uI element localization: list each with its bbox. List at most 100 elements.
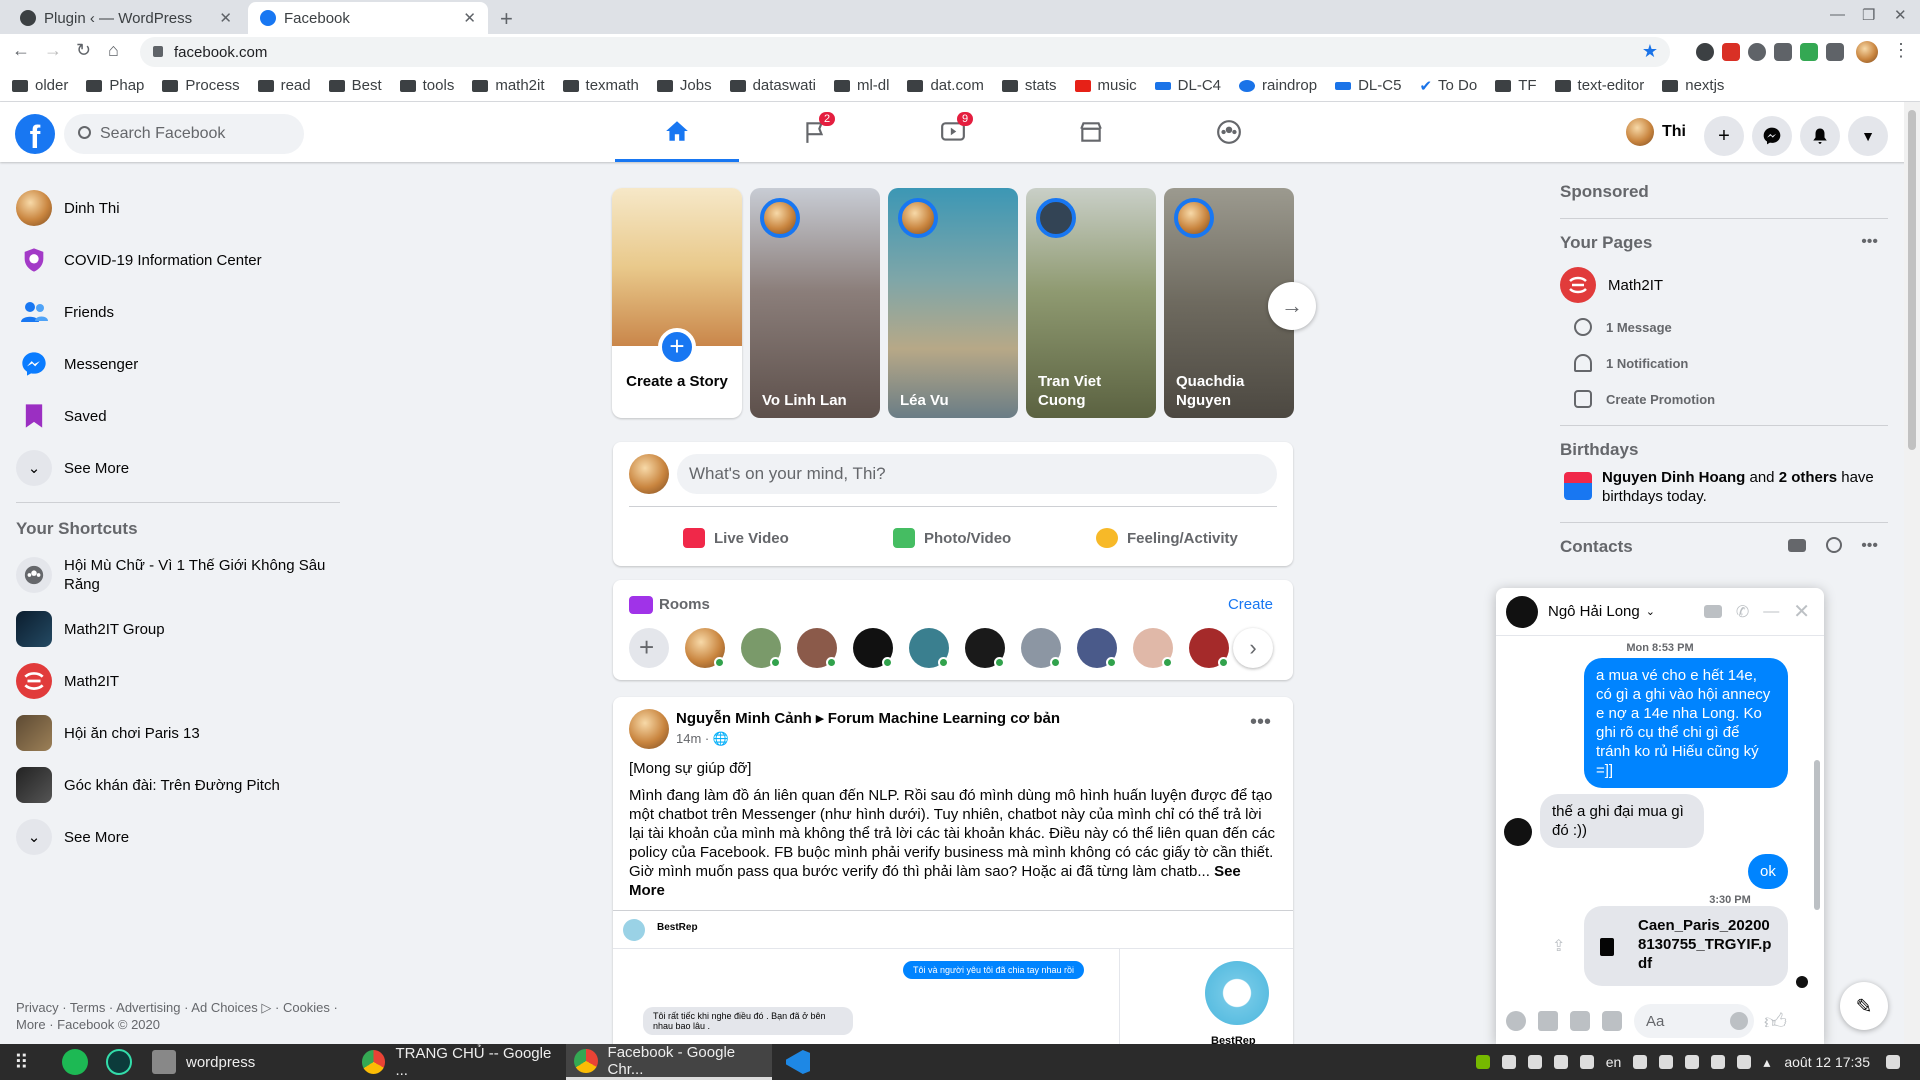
rooms-create-link[interactable]: Create [1228, 596, 1273, 613]
contact-avatar[interactable] [685, 628, 725, 668]
gif-icon[interactable] [1602, 1011, 1622, 1031]
app-icon[interactable] [106, 1044, 132, 1080]
microphone-icon[interactable] [1711, 1055, 1726, 1069]
file-attachment[interactable]: Caen_Paris_202008130755_TRGYIF.pdf [1584, 906, 1788, 986]
messenger-button[interactable] [1752, 116, 1792, 156]
contact-avatar[interactable] [909, 628, 949, 668]
bluetooth-icon[interactable] [1501, 1055, 1516, 1069]
home-icon[interactable]: ⌂ [108, 40, 119, 61]
vscode-icon[interactable] [786, 1044, 810, 1080]
account-menu-button[interactable]: ▼ [1848, 116, 1888, 156]
page-notifications-link[interactable]: 1 Notification [1560, 345, 1890, 381]
sticker-icon[interactable] [1570, 1011, 1590, 1031]
author-avatar[interactable] [629, 709, 669, 749]
app-grid-icon[interactable]: ⠿ [14, 1044, 29, 1080]
close-tab-icon[interactable]: ✕ [463, 9, 476, 27]
stories-next-button[interactable]: → [1268, 282, 1316, 330]
nav-marketplace-tab[interactable] [1029, 102, 1153, 162]
maximize-icon[interactable]: ❐ [1862, 6, 1875, 24]
taskbar-task-wordpress[interactable]: wordpress [144, 1044, 354, 1080]
sidebar-item-saved[interactable]: Saved [8, 390, 348, 442]
contact-avatar[interactable] [1133, 628, 1173, 668]
page-item[interactable]: Math2IT [1560, 261, 1890, 309]
shortcut-item[interactable]: Hội Mù Chữ - Vì 1 Thế Giới Không Sâu Răn… [8, 547, 348, 603]
shortcut-item[interactable]: Math2IT [8, 655, 348, 707]
close-window-icon[interactable]: ✕ [1894, 6, 1907, 24]
nav-watch-tab[interactable]: 9 [891, 102, 1015, 162]
bookmark-link[interactable]: raindrop [1239, 77, 1317, 94]
post-timestamp[interactable]: 14m · 🌐 [676, 731, 729, 747]
photo-icon[interactable] [1538, 1011, 1558, 1031]
clock[interactable]: août 12 17:35 [1784, 1054, 1870, 1070]
spotify-icon[interactable] [62, 1044, 88, 1080]
shortcuts-see-more[interactable]: ⌄ See More [8, 811, 348, 863]
brightness-icon[interactable] [1633, 1055, 1648, 1069]
facebook-logo-icon[interactable]: f [15, 114, 55, 155]
contact-avatar[interactable] [1077, 628, 1117, 668]
bookmark-link[interactable]: DL-C5 [1335, 77, 1401, 94]
contact-avatar[interactable] [853, 628, 893, 668]
bookmark-folder[interactable]: read [257, 77, 311, 94]
profile-avatar[interactable] [1856, 41, 1878, 63]
volume-icon[interactable] [1685, 1055, 1700, 1069]
power-icon[interactable] [1886, 1055, 1900, 1069]
bookmark-folder[interactable]: texmath [562, 77, 639, 94]
close-chat-icon[interactable]: ✕ [1793, 599, 1810, 624]
weather-icon[interactable] [1553, 1055, 1568, 1069]
minimize-icon[interactable]: — [1830, 6, 1845, 23]
more-options-icon[interactable]: ••• [1250, 711, 1271, 734]
contact-avatar[interactable] [741, 628, 781, 668]
shortcut-item[interactable]: Góc khán đài: Trên Đường Pitch [8, 759, 348, 811]
tab-wordpress[interactable]: Plugin ‹ — WordPress ✕ [8, 2, 244, 34]
create-button[interactable]: + [1704, 116, 1744, 156]
bookmark-folder[interactable]: Phap [86, 77, 144, 94]
bookmark-star-icon[interactable]: ★ [1642, 41, 1658, 62]
wifi-icon[interactable] [1659, 1055, 1674, 1069]
more-options-icon[interactable]: ••• [1861, 537, 1878, 555]
bookmark-folder[interactable]: tools [399, 77, 454, 94]
story-card[interactable]: Tran Viet Cuong [1026, 188, 1156, 418]
gmail-extension-icon[interactable] [1774, 43, 1792, 61]
shortcut-item[interactable]: Math2IT Group [8, 603, 348, 655]
notifications-button[interactable] [1800, 116, 1840, 156]
bookmark-folder[interactable]: older [12, 77, 68, 94]
story-card[interactable]: Vo Linh Lan [750, 188, 880, 418]
reload-icon[interactable]: ↻ [76, 40, 91, 61]
minimize-chat-icon[interactable]: — [1763, 603, 1779, 621]
cloud-extension-icon[interactable] [1696, 43, 1714, 61]
feeling-activity-button[interactable]: Feeling/Activity [1096, 522, 1238, 554]
page-scrollbar[interactable] [1904, 102, 1920, 1044]
phone-icon[interactable]: ✆ [1736, 602, 1749, 622]
post-image[interactable]: BestRep Tôi và người yêu tôi đã chia tay… [613, 910, 1293, 1057]
story-card[interactable]: Léa Vu [888, 188, 1018, 418]
address-bar[interactable]: facebook.com ★ [140, 37, 1670, 67]
bookmark-folder[interactable]: ml-dl [833, 77, 889, 94]
close-tab-icon[interactable]: ✕ [219, 9, 232, 27]
message-input[interactable]: Aa [1634, 1004, 1754, 1038]
cloud-outline-extension-icon[interactable] [1748, 43, 1766, 61]
sidebar-see-more[interactable]: ⌄ See More [8, 442, 348, 494]
bookmark-link[interactable]: ✔ To Do [1419, 77, 1477, 95]
extension-icon[interactable] [1800, 43, 1818, 61]
contact-avatar[interactable] [965, 628, 1005, 668]
page-messages-link[interactable]: 1 Message [1560, 309, 1890, 345]
bookmark-folder[interactable]: Process [162, 77, 240, 94]
bookmark-folder[interactable]: Best [328, 77, 382, 94]
chat-scrollbar[interactable] [1812, 640, 1822, 990]
taskbar-task-facebook[interactable]: Facebook - Google Chr... [566, 1044, 772, 1080]
contact-avatar[interactable] [797, 628, 837, 668]
bookmark-link[interactable]: DL-C4 [1154, 77, 1221, 94]
sidebar-item-profile[interactable]: Dinh Thi [8, 182, 348, 234]
pdf-extension-icon[interactable] [1722, 43, 1740, 61]
bookmark-folder[interactable]: text-editor [1554, 77, 1644, 94]
contact-avatar[interactable] [1021, 628, 1061, 668]
sidebar-item-messenger[interactable]: Messenger [8, 338, 348, 390]
sidebar-item-friends[interactable]: Friends [8, 286, 348, 338]
puzzle-extensions-icon[interactable] [1826, 43, 1844, 61]
bookmark-folder[interactable]: Jobs [656, 77, 712, 94]
share-icon[interactable]: ⇪ [1552, 936, 1565, 956]
forward-icon[interactable]: → [44, 40, 62, 61]
birthday-item[interactable]: Nguyen Dinh Hoang and 2 others have birt… [1560, 468, 1890, 506]
bookmark-folder[interactable]: nextjs [1662, 77, 1724, 94]
nav-pages-tab[interactable]: 2 [753, 102, 877, 162]
